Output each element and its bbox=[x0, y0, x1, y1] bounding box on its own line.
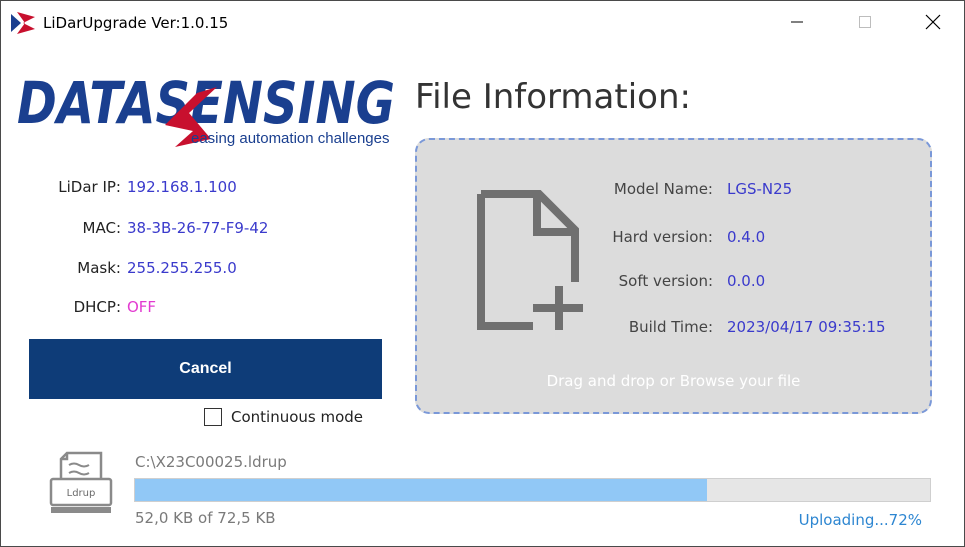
add-file-icon bbox=[477, 190, 583, 330]
close-button[interactable] bbox=[907, 1, 959, 43]
soft-version-label: Soft version: bbox=[618, 272, 713, 290]
logo-tagline: easing automation challenges bbox=[191, 130, 389, 147]
svg-text:DATASENSING: DATASENSING bbox=[17, 69, 395, 137]
continuous-mode-checkbox[interactable] bbox=[204, 408, 222, 426]
drop-hint[interactable]: Drag and drop or Browse your file bbox=[417, 372, 930, 390]
lidar-ip-value: 192.168.1.100 bbox=[127, 178, 237, 196]
model-name-label: Model Name: bbox=[613, 180, 713, 198]
mac-value: 38-3B-26-77-F9-42 bbox=[127, 219, 269, 237]
minimize-button[interactable] bbox=[771, 1, 823, 43]
hard-version-value: 0.4.0 bbox=[727, 228, 766, 246]
soft-version-value: 0.0.0 bbox=[727, 272, 766, 290]
file-info-heading: File Information: bbox=[415, 77, 691, 117]
continuous-mode-label[interactable]: Continuous mode bbox=[231, 408, 363, 426]
minimize-icon bbox=[791, 21, 803, 23]
mask-label: Mask: bbox=[77, 259, 121, 277]
dhcp-value: OFF bbox=[127, 298, 157, 316]
hard-version-label: Hard version: bbox=[612, 228, 713, 246]
upload-file-path: C:\X23C00025.ldrup bbox=[135, 453, 287, 471]
close-icon bbox=[925, 14, 941, 30]
upload-size-text: 52,0 KB of 72,5 KB bbox=[135, 509, 276, 527]
dhcp-label: DHCP: bbox=[73, 298, 121, 316]
upload-progress-fill bbox=[135, 479, 708, 501]
build-time-value: 2023/04/17 09:35:15 bbox=[727, 318, 886, 336]
build-time-label: Build Time: bbox=[628, 318, 713, 336]
cancel-button[interactable]: Cancel bbox=[29, 339, 382, 399]
mac-label: MAC: bbox=[82, 219, 121, 237]
maximize-button[interactable] bbox=[839, 1, 891, 43]
title-bar[interactable]: LiDarUpgrade Ver:1.0.15 bbox=[1, 1, 964, 43]
maximize-icon bbox=[859, 16, 871, 28]
model-name-value: LGS-N25 bbox=[727, 180, 793, 198]
ldrup-file-icon: Ldrup bbox=[49, 451, 113, 513]
company-logo: DATASENSING easing automation challenges bbox=[15, 65, 401, 147]
app-window: LiDarUpgrade Ver:1.0.15 DATASENSING easi… bbox=[0, 0, 965, 547]
mask-value: 255.255.255.0 bbox=[127, 259, 237, 277]
lidar-ip-label: LiDar IP: bbox=[58, 178, 121, 196]
upload-status-text: Uploading...72% bbox=[798, 511, 922, 529]
file-drop-zone[interactable]: Model Name: LGS-N25 Hard version: 0.4.0 … bbox=[415, 138, 932, 414]
app-logo-icon bbox=[11, 12, 35, 34]
upload-progress-bar bbox=[134, 478, 931, 502]
window-title: LiDarUpgrade Ver:1.0.15 bbox=[43, 14, 229, 32]
datasensing-logo: DATASENSING easing automation challenges bbox=[17, 69, 395, 147]
ldrup-icon-label: Ldrup bbox=[67, 488, 96, 499]
